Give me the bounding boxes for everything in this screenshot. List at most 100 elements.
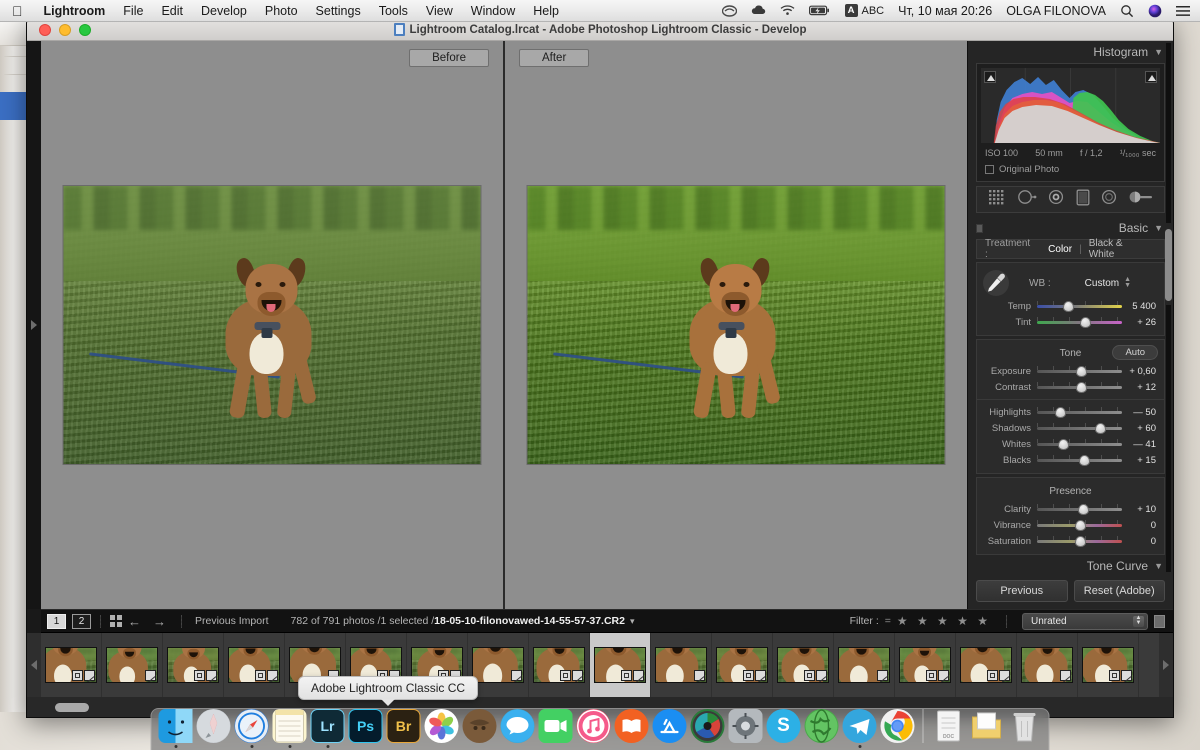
menu-item-view[interactable]: View — [417, 4, 462, 18]
slider-track[interactable] — [1037, 423, 1122, 434]
filmstrip-thumbnail[interactable] — [224, 633, 285, 697]
slider-row-highlights[interactable]: Highlights — 50 — [977, 404, 1164, 420]
filter-equals-icon[interactable]: = — [885, 615, 891, 627]
grid-view-icon[interactable] — [110, 615, 122, 627]
input-source-indicator[interactable]: A ABC — [838, 4, 892, 17]
menu-app-name[interactable]: Lightroom — [35, 4, 115, 18]
chevron-down-icon[interactable]: ▼ — [1154, 223, 1163, 233]
develop-badge-icon[interactable] — [145, 670, 156, 681]
messages-dock-item[interactable] — [500, 709, 535, 748]
crop-badge-icon[interactable] — [560, 670, 571, 681]
crop-badge-icon[interactable] — [743, 670, 754, 681]
slider-row-exposure[interactable]: Exposure + 0,60 — [977, 363, 1164, 379]
finder-icon[interactable] — [158, 709, 193, 743]
chrome-icon[interactable] — [880, 709, 915, 743]
filmstrip-left-arrow[interactable] — [27, 633, 41, 697]
slider-track[interactable] — [1037, 536, 1122, 547]
system-preferences-dock-item[interactable] — [728, 709, 763, 748]
filmstrip-thumbnail[interactable] — [834, 633, 895, 697]
horizontal-scrollbar-thumb[interactable] — [55, 703, 89, 712]
slider-row-temp[interactable]: Temp 5 400 — [977, 298, 1164, 314]
lightroom-icon[interactable]: Lr — [310, 709, 345, 743]
creative-cloud-icon[interactable] — [715, 4, 744, 17]
slider-knob[interactable] — [1076, 382, 1088, 393]
menu-item-help[interactable]: Help — [524, 4, 568, 18]
develop-badge-icon[interactable] — [206, 670, 217, 681]
slider-row-blacks[interactable]: Blacks + 15 — [977, 452, 1164, 468]
slider-row-clarity[interactable]: Clarity + 10 — [977, 501, 1164, 517]
filter-star-rating[interactable]: ★ ★ ★ ★ ★ — [897, 614, 991, 628]
wb-stepper-icon[interactable]: ▲ ▼ — [1124, 276, 1131, 289]
wb-value[interactable]: Custom — [1085, 278, 1119, 289]
slider-track[interactable] — [1037, 301, 1122, 312]
photos-dock-item[interactable] — [424, 709, 459, 748]
develop-badge-icon[interactable] — [1121, 670, 1132, 681]
develop-badge-icon[interactable] — [816, 670, 827, 681]
chevron-down-icon[interactable]: ▼ — [1154, 561, 1163, 571]
menu-item-file[interactable]: File — [114, 4, 152, 18]
slider-row-saturation[interactable]: Saturation 0 — [977, 533, 1164, 549]
trash-icon[interactable] — [1008, 709, 1042, 743]
filmstrip-thumbnail[interactable] — [590, 633, 651, 697]
source-label[interactable]: Previous Import — [195, 615, 269, 627]
tone-curve-panel-header[interactable]: Tone Curve ▼ — [968, 555, 1173, 574]
documents-stack-icon[interactable]: DOC — [932, 709, 966, 743]
documents-stack-dock-item[interactable]: DOC — [932, 709, 966, 748]
current-filename[interactable]: 18-05-10-filonovawed-14-55-57-37.CR2 — [434, 615, 625, 627]
menu-user-name[interactable]: OLGA FILONOVA — [999, 4, 1113, 18]
spot-removal-tool-icon[interactable] — [1017, 189, 1037, 210]
system-preferences-icon[interactable] — [728, 709, 763, 743]
filter-panel-toggle-icon[interactable] — [1154, 614, 1165, 628]
appstore-dock-item[interactable] — [652, 709, 687, 748]
adjustment-brush-tool-icon[interactable] — [1129, 190, 1153, 209]
develop-badge-icon[interactable] — [84, 670, 95, 681]
develop-badge-icon[interactable] — [938, 670, 949, 681]
bridge-dock-item[interactable]: Br — [386, 709, 421, 748]
arrow-left-icon[interactable]: ← — [122, 614, 147, 629]
photos-icon[interactable] — [424, 709, 459, 743]
crop-badge-icon[interactable] — [621, 670, 632, 681]
menu-item-edit[interactable]: Edit — [152, 4, 192, 18]
crop-badge-icon[interactable] — [926, 670, 937, 681]
crop-badge-icon[interactable] — [987, 670, 998, 681]
view-mode-2-button[interactable]: 2 — [72, 613, 91, 629]
capture-one-icon[interactable] — [690, 709, 725, 743]
chevron-down-icon[interactable]: ▼ — [1154, 47, 1163, 57]
filmstrip-thumbnail[interactable] — [529, 633, 590, 697]
develop-badge-icon[interactable] — [511, 670, 522, 681]
siri-icon[interactable] — [1141, 4, 1169, 18]
skype-icon[interactable]: S — [766, 709, 801, 743]
histogram-panel-header[interactable]: Histogram ▼ — [968, 41, 1173, 63]
slider-track[interactable] — [1037, 317, 1122, 328]
battery-charging-icon[interactable] — [802, 5, 838, 16]
window-title-bar[interactable]: Lightroom Catalog.lrcat - Adobe Photosho… — [27, 19, 1173, 41]
filter-dropdown[interactable]: Unrated ▲ ▼ — [1022, 612, 1148, 630]
messages-icon[interactable] — [500, 709, 535, 743]
filmstrip-thumbnail[interactable] — [773, 633, 834, 697]
develop-badge-icon[interactable] — [694, 670, 705, 681]
safari-icon[interactable] — [234, 709, 269, 743]
filmstrip-thumbnail[interactable] — [712, 633, 773, 697]
slider-knob[interactable] — [1079, 317, 1091, 328]
left-panel-toggle[interactable] — [27, 41, 41, 609]
view-mode-1-button[interactable]: 1 — [47, 613, 66, 629]
downloads-folder-icon[interactable] — [970, 709, 1004, 743]
slider-track[interactable] — [1037, 504, 1122, 515]
chevron-down-icon[interactable]: ▾ — [630, 616, 635, 627]
white-balance-selector-icon[interactable] — [983, 270, 1009, 296]
menu-item-tools[interactable]: Tools — [370, 4, 417, 18]
slider-knob[interactable] — [1074, 520, 1086, 531]
develop-badge-icon[interactable] — [267, 670, 278, 681]
slider-knob[interactable] — [1094, 423, 1106, 434]
notes-icon[interactable] — [272, 709, 307, 743]
green-globe-icon[interactable] — [804, 709, 839, 743]
menu-item-photo[interactable]: Photo — [256, 4, 307, 18]
filmstrip-thumbnail[interactable] — [163, 633, 224, 697]
appstore-icon[interactable] — [652, 709, 687, 743]
stepper-icon[interactable]: ▲ ▼ — [1133, 615, 1144, 627]
slider-track[interactable] — [1037, 439, 1122, 450]
slider-track[interactable] — [1037, 520, 1122, 531]
chrome-dock-item[interactable] — [880, 709, 915, 748]
slider-track[interactable] — [1037, 366, 1122, 377]
green-globe-dock-item[interactable] — [804, 709, 839, 748]
